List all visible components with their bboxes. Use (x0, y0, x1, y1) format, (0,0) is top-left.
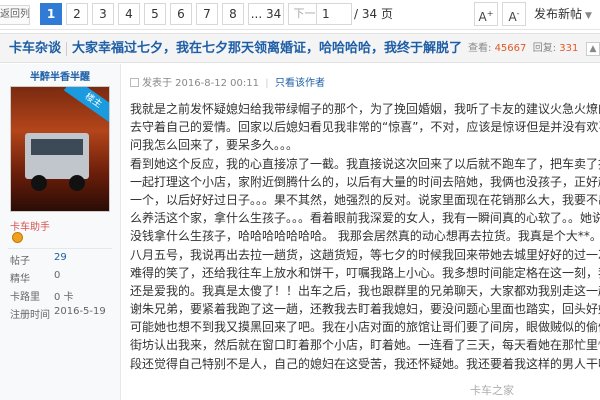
post-line: 一个，以后好好过日子。。。果不其然，她强烈的反对。说家里面现在花销那么大，我要不… (130, 192, 600, 207)
only-author-link[interactable]: 只看该作者 (275, 78, 325, 89)
post-line: 一起打理这个小店，家附近倒腾什么的，以后有大量的时间去陪她，我俩也没孩子，正好趁… (130, 174, 600, 189)
divider (8, 248, 112, 249)
avatar[interactable]: 楼主 (10, 86, 110, 212)
stat-label: 卡路里 (10, 292, 40, 303)
back-to-list-button[interactable]: 返回列表 (0, 5, 30, 25)
page-2-button[interactable]: 2 (66, 3, 88, 25)
divider (66, 42, 67, 56)
wheel-shape (69, 175, 85, 191)
thread-title-bar: 卡车杂谈 大家幸福过七夕，我在七夕那天领离婚证，哈哈哈哈，我终于解脱了 查看: … (0, 33, 600, 63)
post-line: 段还觉得自己特别不是人，自己的媳妇在这受苦，我还怀疑她。我还要着我这样的男人干啥… (130, 356, 600, 371)
post-line: 么养活这个家，拿什么生孩子。。。看着眼前我深爱的女人，我有一瞬间真的心软了。。她… (130, 211, 600, 226)
page-8-button[interactable]: 8 (222, 3, 244, 25)
user-role: 卡车助手 (10, 222, 50, 233)
collapse-icon[interactable]: ▲ (586, 42, 600, 56)
page-total-label: / 34 页 (354, 7, 393, 21)
author-name[interactable]: 半醉半香半醒 (10, 68, 110, 83)
post-line: 八月五号，我说再出去拉一趟货，这趟货短，等七夕的时候我回来带她去城里好好的过一次… (130, 247, 600, 262)
post-body: 我就是之前发怀疑媳妇给我带绿帽子的那个，为了挽回婚姻，我听了卡友的建议火急火燎的… (130, 100, 600, 373)
stat-value: 0 (54, 270, 61, 281)
checkbox-icon (130, 78, 139, 87)
post-line: 街坊认出我来，然后就在窗口盯着那个小店，盯着她。一连看了三天，每天看她在那忙里忙… (130, 338, 600, 353)
post-line: 还是爱我的。我真是太傻了！！出车之后，我也跟群里的兄弟聊天，大家都劝我别走这一趟… (130, 283, 600, 298)
font-increase-button[interactable]: A+ (474, 2, 498, 26)
post-line: 没钱拿什么生孩子，哈哈哈哈哈哈哈。 我那会居然真的动心想再去拉货。我真是个大**… (130, 229, 600, 244)
post-line: 谢朱兄弟，要紧着我跑了这一趟，还教我去盯着我媳妇，要没问题心里面也踏实，回头好好… (130, 302, 600, 317)
forum-link[interactable]: 卡车杂谈 (9, 34, 61, 64)
author-panel: 半醉半香半醒 楼主 卡车助手 帖子 29 精华 0 卡路里 0 卡 注册时间 2… (0, 64, 121, 400)
stat-label: 帖子 (10, 256, 30, 267)
page-last-button[interactable]: ... 34 (248, 3, 284, 25)
post-meta: 发表于 2016-8-12 00:11 | 只看该作者 (130, 74, 325, 89)
thread-stats: 查看: 45667 回复: 331 (468, 43, 579, 54)
new-post-button[interactable]: 发布新帖 ▼ (526, 3, 600, 25)
stat-value: 2016-5-19 (54, 306, 106, 317)
page-7-button[interactable]: 7 (196, 3, 218, 25)
wheel-shape (31, 175, 47, 191)
post-line: 问我怎么回来了，要呆多久。。。 (130, 138, 299, 153)
pagination-bar: 返回列表 1 2 3 4 5 6 7 8 ... 34 下一页 1 / 34 页… (0, 0, 600, 30)
post-line: 我就是之前发怀疑媳妇给我带绿帽子的那个，为了挽回婚姻，我听了卡友的建议火急火燎的… (130, 102, 600, 116)
post-line: 难得的笑了，还给我往车上放水和饼干，叮嘱我路上小心。我多想时间能定格在这一刻，我… (130, 265, 600, 280)
thread-starter-badge: 楼主 (63, 87, 109, 125)
stat-label: 精华 (10, 274, 30, 285)
truck-image (25, 133, 89, 179)
view-count: 45667 (494, 43, 527, 54)
font-decrease-button[interactable]: A- (502, 2, 526, 26)
post-line: 看到她这个反应，我的心直接凉了一截。我直接说这次回来了以后就不跑车了，把车卖了换… (130, 156, 600, 171)
medal-icon (12, 232, 23, 243)
page-4-button[interactable]: 4 (118, 3, 140, 25)
page-3-button[interactable]: 3 (92, 3, 114, 25)
thread-title: 大家幸福过七夕，我在七夕那天领离婚证，哈哈哈哈，我终于解脱了 (72, 41, 463, 56)
chevron-down-icon: ▼ (585, 11, 592, 21)
stat-value: 0 卡 (54, 292, 74, 303)
post-line: 去守着自己的爱情。回家以后媳妇看见我非常的“惊喜”，不对，应该是惊讶但是并没有欢… (130, 120, 600, 135)
stat-value[interactable]: 29 (54, 252, 67, 263)
post-line: 可能她也想不到我又摸黑回来了吧。我在小店对面的旅馆让哥们要了间房，眼做贼似的偷偷… (130, 320, 600, 335)
reply-count: 331 (559, 43, 579, 54)
page-6-button[interactable]: 6 (170, 3, 192, 25)
watermark: 卡车之家 (470, 384, 514, 397)
page-5-button[interactable]: 5 (144, 3, 166, 25)
page-number-input[interactable]: 1 (316, 3, 352, 25)
stat-label: 注册时间 (10, 310, 50, 321)
page-1-button[interactable]: 1 (40, 3, 62, 25)
